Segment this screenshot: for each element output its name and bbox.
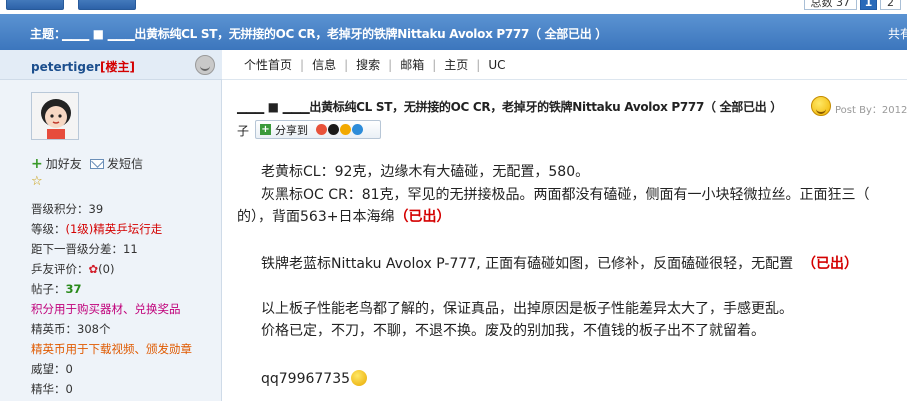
- pager-total: 总数 37: [803, 0, 857, 10]
- user-nav-bar: 个性首页 | 信息 | 搜索 | 邮箱 | 主页 | UC: [222, 50, 907, 80]
- points-note-link[interactable]: 积分用于购买器材、兑换奖品: [31, 301, 181, 317]
- star-icon: ☆: [31, 174, 43, 189]
- envelope-icon: [90, 158, 104, 169]
- thread-title-bar: 主题： ▁▁▁ ■ ▁▁▁出黄标纯CL ST，无拼接的OC CR，老掉牙的铁牌N…: [0, 14, 907, 50]
- post-line: 灰黑标OC CR：81克，罕见的无拼接极品。两面都没有磕碰，侧面有一小块轻微拉丝…: [261, 187, 870, 203]
- stat-prestige: 威望：0: [31, 362, 73, 376]
- pager: 总数 37 1 2: [803, 0, 901, 10]
- post-by: Post By：2012: [835, 105, 907, 116]
- stat-level-value: (1级)精英乒坛行走: [65, 222, 163, 236]
- thread-title: ▁▁▁ ■ ▁▁▁出黄标纯CL ST，无拼接的OC CR，老掉牙的铁牌Nitta…: [62, 27, 607, 41]
- post-title-tail: 子: [237, 124, 250, 138]
- post-line-text: 铁牌老蓝标Nittaku Avolox P-777, 正面有磕碰如图，已修补，反…: [261, 256, 794, 272]
- nav-mailbox[interactable]: 邮箱: [392, 56, 432, 73]
- new-post-button[interactable]: [6, 0, 64, 10]
- smiley-icon: [811, 96, 831, 116]
- online-status-icon: [195, 55, 215, 75]
- stat-score: 晋级积分：39: [31, 202, 104, 216]
- renren-icon: [352, 124, 363, 135]
- coins-note-link[interactable]: 精英币用于下载视频、颁发勋章: [31, 341, 192, 357]
- post-area: 个性首页 | 信息 | 搜索 | 邮箱 | 主页 | UC ▁▁▁ ■ ▁▁▁出…: [222, 50, 907, 401]
- weibo-icon: [316, 124, 327, 135]
- user-sidebar: petertiger[楼主] + 加好友 发短信 ☆ 晋级积分：39 等级：(1…: [0, 50, 222, 401]
- stat-level-prefix: 等级：: [31, 222, 66, 236]
- pager-next[interactable]: 2: [880, 0, 901, 10]
- nav-homepage[interactable]: 主页: [436, 56, 476, 73]
- nav-info[interactable]: 信息: [304, 56, 344, 73]
- share-plus-icon: +: [260, 124, 271, 135]
- username-text[interactable]: petertiger: [31, 60, 100, 74]
- qq-number: qq79967735: [261, 371, 351, 387]
- avatar[interactable]: [31, 92, 79, 140]
- username[interactable]: petertiger[楼主]: [31, 58, 135, 75]
- top-strip: 总数 37 1 2: [0, 0, 907, 14]
- post-line-text: 的），背面563+日本海绵: [237, 209, 395, 225]
- nav-profile-home[interactable]: 个性首页: [236, 56, 300, 73]
- post-line: 以上板子性能老鸟都了解的，保证真品，出掉原因是板子性能差异太大了，手感更乱。: [261, 301, 793, 317]
- sold-tag: （已出）: [394, 209, 451, 225]
- nav-search[interactable]: 搜索: [348, 56, 388, 73]
- reply-button[interactable]: [78, 0, 136, 10]
- stat-posts-prefix: 帖子：: [31, 282, 66, 296]
- stat-posts-value: 37: [65, 282, 82, 296]
- stat-posts: 帖子：37: [31, 281, 82, 297]
- social-icons: [316, 124, 363, 135]
- nav-uc[interactable]: UC: [480, 58, 513, 72]
- pager-current[interactable]: 1: [860, 0, 877, 10]
- stat-to-next: 距下一晋级分差：11: [31, 242, 138, 256]
- share-label: 分享到: [275, 123, 308, 137]
- stat-rating-value: (0): [98, 262, 115, 276]
- add-friend-label[interactable]: 加好友: [46, 155, 82, 172]
- stat-essence: 精华：0: [31, 382, 73, 396]
- hand-emoji-icon: [351, 370, 368, 386]
- stat-rating: 乒友评价：✿(0): [31, 261, 114, 277]
- post-line: 的），背面563+日本海绵（已出）: [237, 208, 450, 226]
- share-button[interactable]: + 分享到: [255, 120, 381, 139]
- plus-icon: +: [31, 155, 43, 172]
- stat-level: 等级：(1级)精英乒坛行走: [31, 221, 162, 237]
- add-friend-link[interactable]: + 加好友: [31, 155, 82, 172]
- post-line: qq79967735: [261, 370, 368, 388]
- stat-rating-prefix: 乒友评价：: [31, 262, 89, 276]
- user-header: petertiger[楼主]: [0, 50, 222, 80]
- owner-badge: [楼主]: [100, 60, 136, 74]
- post-title: ▁▁▁ ■ ▁▁▁出黄标纯CL ST，无拼接的OC CR，老掉牙的铁牌Nitta…: [237, 100, 782, 114]
- thread-label: 主题：: [30, 27, 67, 41]
- thread-right-text: 共有: [888, 27, 907, 41]
- post-line: 价格已定，不刀，不聊，不退不换。废及的别加我，不值钱的板子出不了就留着。: [261, 323, 765, 339]
- qq-icon: [328, 124, 339, 135]
- post-line: 铁牌老蓝标Nittaku Avolox P-777, 正面有磕碰如图，已修补，反…: [261, 255, 858, 273]
- qzone-icon: [340, 124, 351, 135]
- send-message-link[interactable]: 发短信: [90, 155, 143, 172]
- flower-icon: ✿: [88, 262, 99, 276]
- post-line: 老黄标CL：92克，边缘木有大磕碰，无配置，580。: [261, 164, 590, 180]
- stat-coins: 精英币：308个: [31, 322, 111, 336]
- send-message-label[interactable]: 发短信: [107, 155, 143, 172]
- sold-tag: （已出）: [802, 256, 859, 272]
